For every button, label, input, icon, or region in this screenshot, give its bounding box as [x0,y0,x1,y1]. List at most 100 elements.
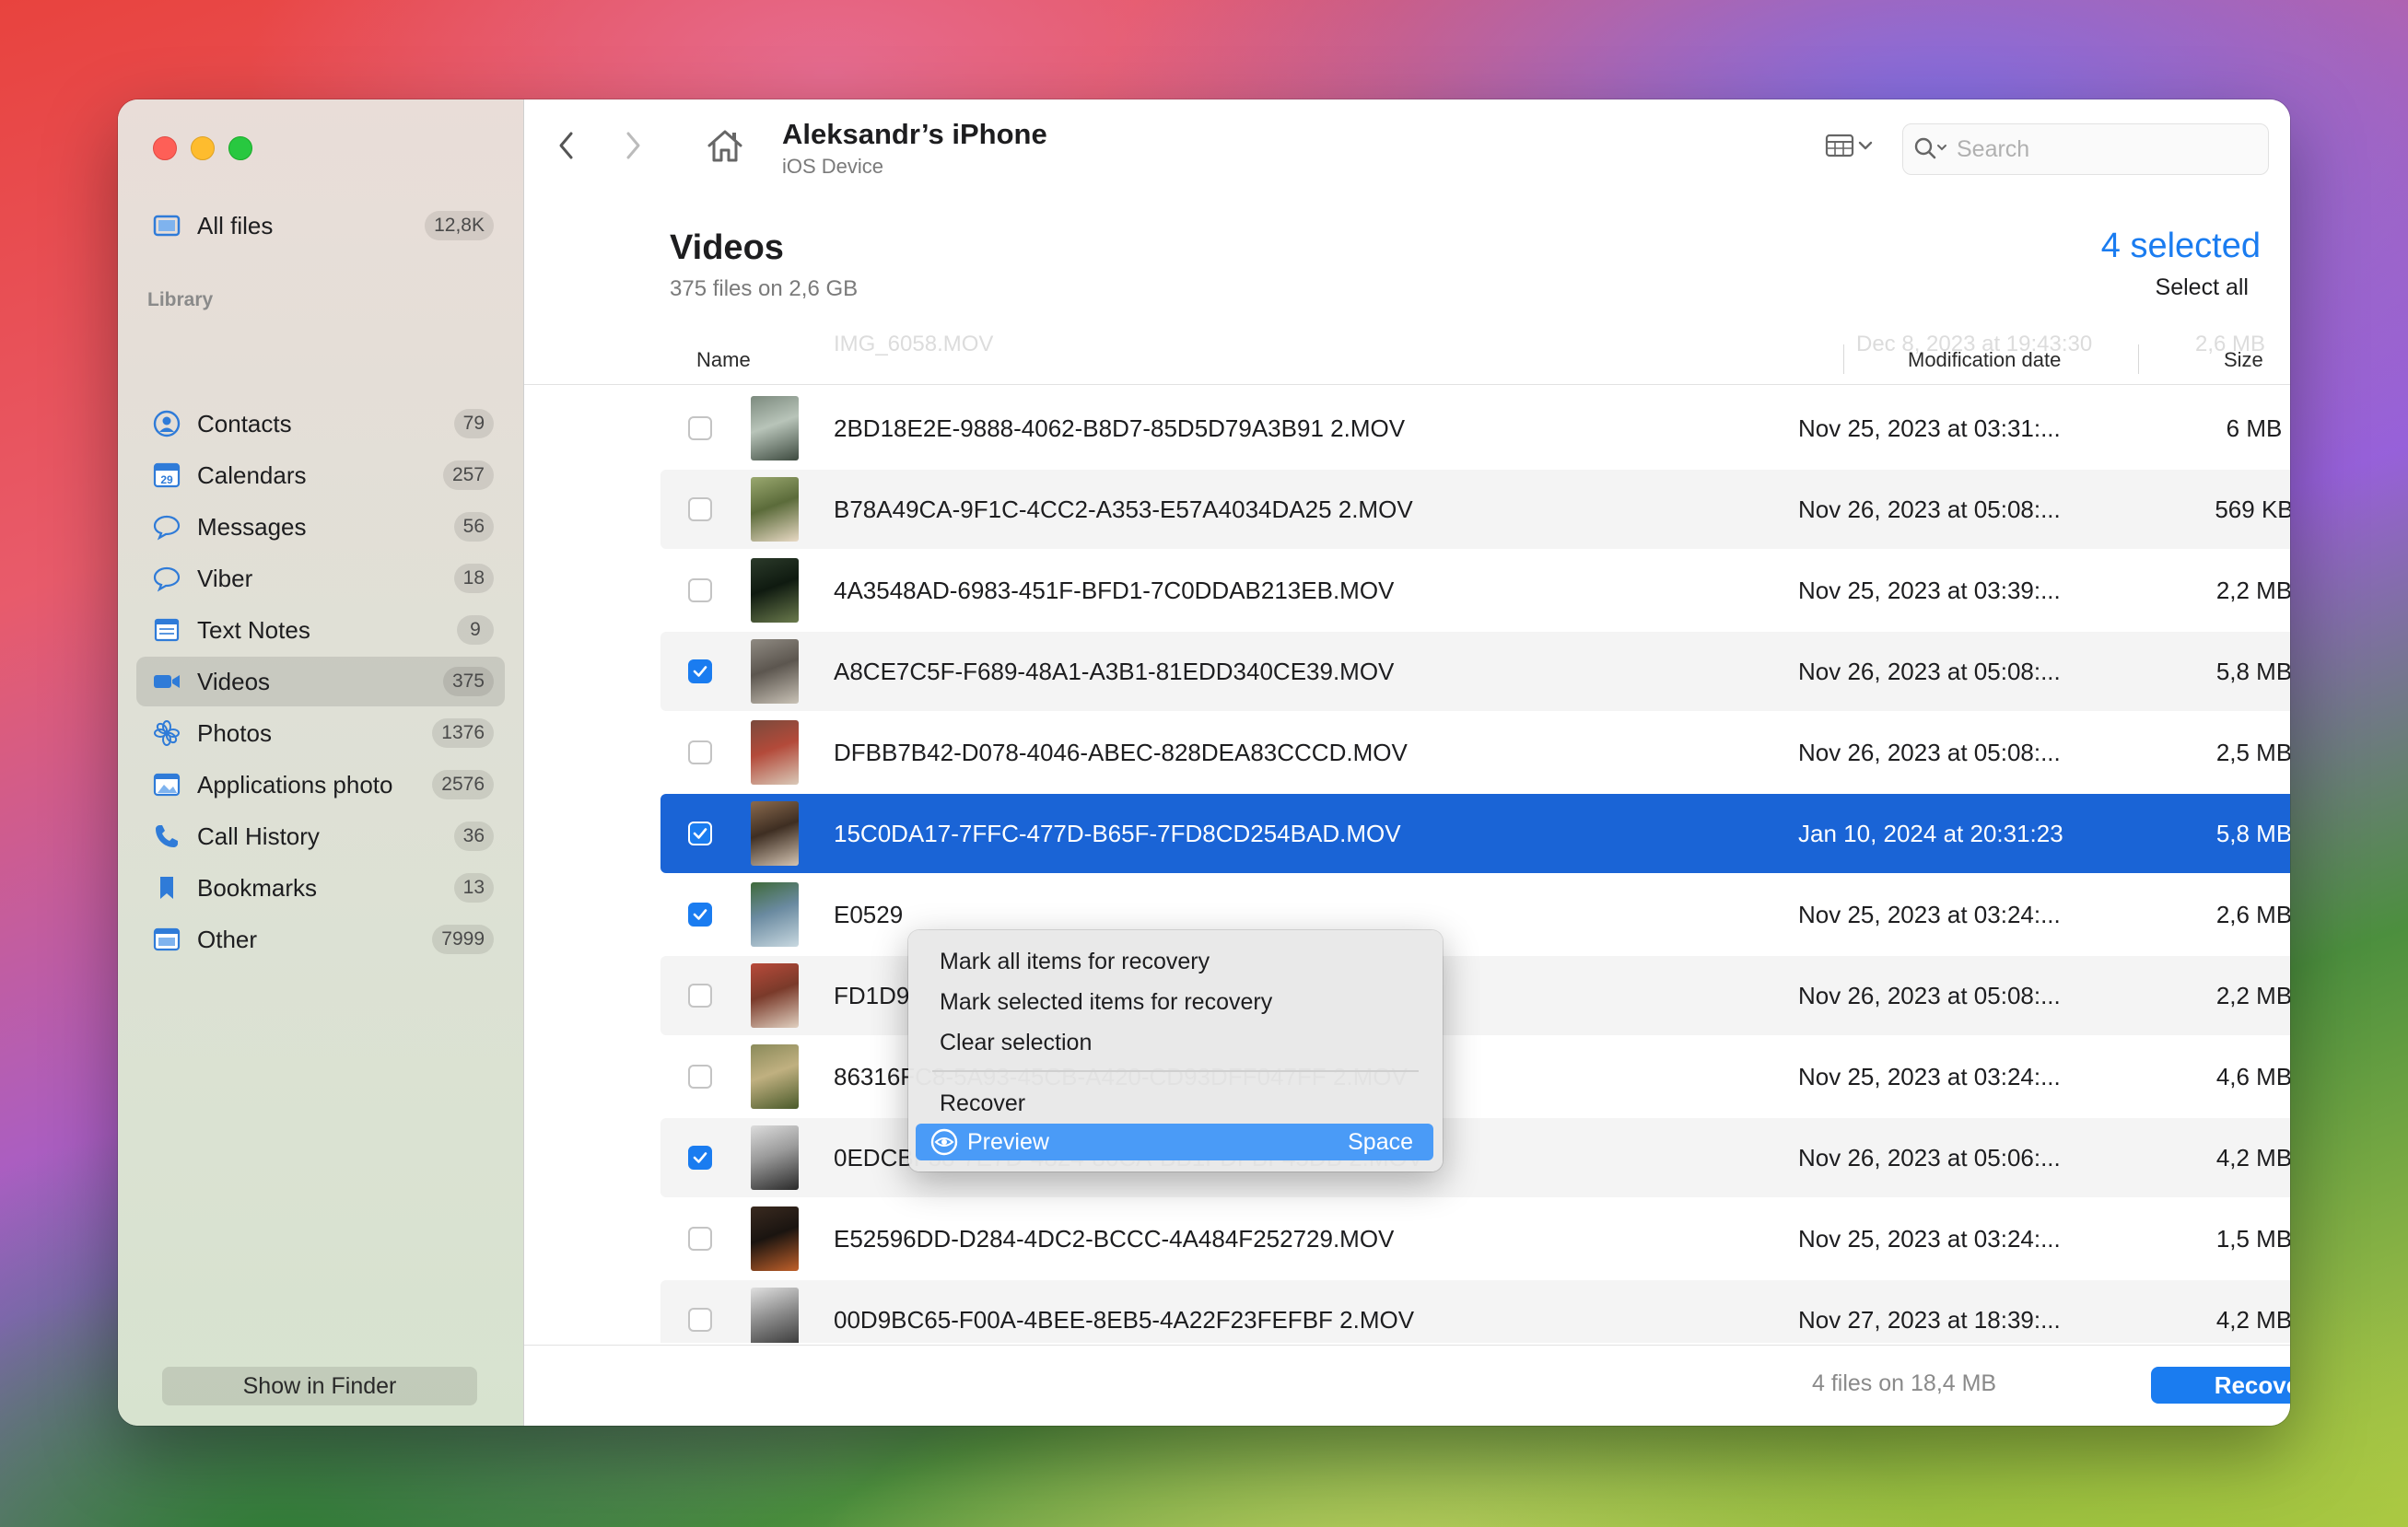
menu-item-recover[interactable]: Recover [916,1085,1433,1122]
row-checkbox[interactable] [688,903,712,927]
file-name: FD1D9 [834,981,910,1009]
file-date: Nov 26, 2023 at 05:08:... [1798,981,2061,1009]
page-subtitle: 375 files on 2,6 GB [670,276,859,301]
menu-item-mark-selected[interactable]: Mark selected items for recovery [916,984,1433,1020]
file-name: E52596DD-D284-4DC2-BCCC-4A484F252729.MOV [834,1224,1395,1253]
column-divider[interactable] [2138,344,2139,374]
svg-text:29: 29 [160,473,173,486]
row-checkbox[interactable] [688,1146,712,1170]
sidebar-item-messages[interactable]: Messages 56 [136,502,505,552]
selected-count: 4 selected [2100,227,2261,265]
viber-bubble-icon [151,563,182,594]
video-thumbnail [751,1044,799,1109]
row-checkbox[interactable] [688,740,712,764]
sidebar-item-other[interactable]: Other 7999 [136,915,505,964]
column-divider[interactable] [1843,344,1844,374]
sidebar-item-count: 18 [453,564,494,593]
menu-item-shortcut: Space [1348,1128,1413,1155]
sidebar-item-count: 375 [442,667,494,696]
sidebar-item-label: Call History [197,822,320,850]
close-window-button[interactable] [153,136,177,160]
table-row[interactable]: 4A3548AD-6983-451F-BFD1-7C0DDAB213EB.MOV… [660,551,2290,630]
home-icon[interactable] [703,123,747,168]
search-field[interactable] [1902,123,2269,175]
table-row[interactable]: 00D9BC65-F00A-4BEE-8EB5-4A22F23FEFBF 2.M… [660,1280,2290,1343]
table-row[interactable]: E52596DD-D284-4DC2-BCCC-4A484F252729.MOV… [660,1199,2290,1278]
table-row[interactable]: B78A49CA-9F1C-4CC2-A353-E57A4034DA25 2.M… [660,470,2290,549]
device-type: iOS Device [782,155,884,178]
row-checkbox[interactable] [688,1308,712,1332]
file-date: Nov 25, 2023 at 03:31:... [1798,414,2061,442]
row-checkbox[interactable] [688,1227,712,1251]
file-date: Nov 26, 2023 at 05:08:... [1798,738,2061,766]
table-row[interactable]: 15C0DA17-7FFC-477D-B65F-7FD8CD254BAD.MOV… [660,794,2290,873]
sidebar-item-calendars[interactable]: 29 Calendars 257 [136,450,505,500]
row-checkbox[interactable] [688,984,712,1008]
table-row[interactable]: 0EDCBF38-7E7D-4824-86CA-BB1FDFBF45DB 2.M… [660,1118,2290,1197]
sidebar-item-label: Messages [197,512,307,541]
row-checkbox[interactable] [688,659,712,683]
back-chevron-icon[interactable] [546,125,587,166]
menu-item-preview[interactable]: Preview Space [916,1124,1433,1160]
table-view-icon [1825,133,1856,163]
library-section-header: Library [147,289,214,310]
view-options-button[interactable] [1816,127,1884,168]
message-bubble-icon [151,511,182,542]
sidebar-item-count: 9 [457,615,494,645]
sidebar-item-label: Bookmarks [197,873,318,902]
column-header-size[interactable]: Size [2224,348,2263,372]
table-row[interactable]: A8CE7C5F-F689-48A1-A3B1-81EDD340CE39.MOV… [660,632,2290,711]
sidebar-item-call-history[interactable]: Call History 36 [136,811,505,861]
sidebar-item-label: Photos [197,718,272,747]
row-checkbox[interactable] [688,497,712,521]
sidebar-item-applications-photo[interactable]: Applications photo 2576 [136,760,505,810]
menu-item-mark-all[interactable]: Mark all items for recovery [916,943,1433,980]
file-date: Nov 27, 2023 at 18:39:... [1798,1305,2061,1334]
select-all-link[interactable]: Select all [2156,274,2249,301]
table-row[interactable]: E0529 Nov 25, 2023 at 03:24:... 2,6 MB [660,875,2290,954]
file-name: 15C0DA17-7FFC-477D-B65F-7FD8CD254BAD.MOV [834,819,1401,847]
app-photo-icon [151,769,182,800]
column-header-modification-date[interactable]: Modification date [1908,348,2061,372]
contacts-icon [151,408,182,439]
chevron-down-icon [1856,139,1875,157]
file-size: 2,2 MB [2215,576,2290,604]
forward-chevron-icon[interactable] [613,125,653,166]
show-in-finder-button[interactable]: Show in Finder [162,1367,477,1405]
row-checkbox[interactable] [688,416,712,440]
sidebar-item-all-files[interactable]: All files 12,8K [136,201,505,251]
menu-separator [932,1070,1419,1072]
column-header-name[interactable]: Name [696,348,751,372]
zoom-window-button[interactable] [228,136,252,160]
row-checkbox[interactable] [688,1065,712,1089]
table-row[interactable]: 2BD18E2E-9888-4062-B8D7-85D5D79A3B91 2.M… [660,389,2290,468]
sidebar-item-text-notes[interactable]: Text Notes 9 [136,605,505,655]
sidebar-item-label: Viber [197,564,253,592]
page-title: Videos [670,228,784,267]
table-row[interactable]: 86316FC8-5A93-45CB-A420-CD93DFF047FF 2.M… [660,1037,2290,1116]
video-thumbnail [751,882,799,947]
row-checkbox[interactable] [688,822,712,845]
recover-button[interactable]: Recover [2151,1367,2290,1404]
file-date: Nov 25, 2023 at 03:24:... [1798,1224,2061,1253]
bookmark-icon [151,872,182,903]
sidebar-item-contacts[interactable]: Contacts 79 [136,399,505,449]
video-thumbnail [751,1288,799,1343]
search-icon [1912,135,1949,163]
row-checkbox[interactable] [688,578,712,602]
file-size: 5,8 MB [2215,819,2290,847]
context-menu: Mark all items for recovery Mark selecte… [908,930,1443,1171]
sidebar-item-videos[interactable]: Videos 375 [136,657,505,706]
table-row[interactable]: FD1D9 Nov 26, 2023 at 05:08:... 2,2 MB [660,956,2290,1035]
file-size: 4,2 MB [2215,1305,2290,1334]
eye-icon [930,1128,958,1156]
sidebar-item-viber[interactable]: Viber 18 [136,554,505,603]
file-date: Nov 26, 2023 at 05:08:... [1798,495,2061,523]
menu-item-clear-selection[interactable]: Clear selection [916,1024,1433,1061]
search-input[interactable] [1955,134,2235,164]
table-row[interactable]: DFBB7B42-D078-4046-ABEC-828DEA83CCCD.MOV… [660,713,2290,792]
minimize-window-button[interactable] [191,136,215,160]
video-thumbnail [751,963,799,1028]
sidebar-item-bookmarks[interactable]: Bookmarks 13 [136,863,505,913]
sidebar-item-photos[interactable]: Photos 1376 [136,708,505,758]
